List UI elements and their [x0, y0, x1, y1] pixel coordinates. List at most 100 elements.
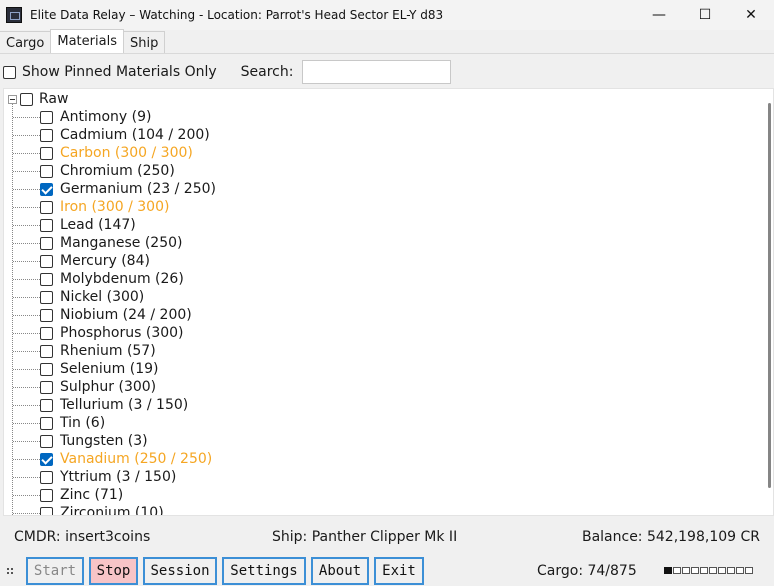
tree-items: Antimony (9) Cadmium (104 / 200) Carbon (3… [4, 108, 764, 515]
status-bar: CMDR: insert3coins Ship: Panther Clipper… [0, 518, 774, 556]
material-checkbox[interactable] [40, 308, 53, 322]
material-item[interactable]: Manganese (250) [4, 234, 764, 252]
material-label: Niobium (24 / 200) [60, 307, 192, 323]
material-checkbox[interactable] [40, 452, 53, 466]
raw-checkbox[interactable] [20, 92, 33, 106]
material-checkbox[interactable] [40, 128, 53, 142]
tree-root-raw[interactable]: Raw [8, 90, 68, 108]
filter-row: Show Pinned Materials Only Search: [0, 57, 774, 87]
material-checkbox[interactable] [40, 398, 53, 412]
material-item[interactable]: Vanadium (250 / 250) [4, 450, 764, 468]
material-checkbox[interactable] [40, 506, 53, 515]
material-item[interactable]: Molybdenum (26) [4, 270, 764, 288]
tab-ship[interactable]: Ship [122, 31, 166, 53]
progress-segment [664, 567, 672, 574]
tab-materials[interactable]: Materials [50, 29, 124, 53]
title-bar: Elite Data Relay – Watching - Location: … [0, 0, 774, 30]
material-checkbox[interactable] [40, 110, 53, 124]
tree-branch-line [13, 171, 40, 172]
exit-button[interactable]: Exit [374, 557, 424, 585]
material-item[interactable]: Tin (6) [4, 414, 764, 432]
search-input[interactable] [302, 60, 452, 84]
material-checkbox[interactable] [40, 362, 53, 376]
material-label: Carbon (300 / 300) [60, 145, 193, 161]
material-item[interactable]: Antimony (9) [4, 108, 764, 126]
material-item[interactable]: Sulphur (300) [4, 378, 764, 396]
tree-branch-line [13, 459, 40, 460]
material-item[interactable]: Carbon (300 / 300) [4, 144, 764, 162]
material-label: Yttrium (3 / 150) [60, 469, 177, 485]
session-button[interactable]: Session [143, 557, 217, 585]
material-item[interactable]: Zirconium (10) [4, 504, 764, 515]
material-checkbox[interactable] [40, 254, 53, 268]
material-checkbox[interactable] [40, 164, 53, 178]
tab-cargo[interactable]: Cargo [0, 31, 52, 53]
material-checkbox[interactable] [40, 344, 53, 358]
start-button[interactable]: Start [26, 557, 84, 585]
material-label: Manganese (250) [60, 235, 183, 251]
material-label: Cadmium (104 / 200) [60, 127, 210, 143]
material-item[interactable]: Zinc (71) [4, 486, 764, 504]
ship-name: Ship: Panther Clipper Mk II [272, 529, 458, 545]
material-checkbox[interactable] [40, 236, 53, 250]
pinned-only-checkbox[interactable] [3, 65, 16, 79]
material-item[interactable]: Chromium (250) [4, 162, 764, 180]
maximize-button[interactable]: ☐ [682, 0, 728, 30]
material-item[interactable]: Iron (300 / 300) [4, 198, 764, 216]
material-item[interactable]: Germanium (23 / 250) [4, 180, 764, 198]
material-label: Mercury (84) [60, 253, 150, 269]
tree-root-label: Raw [39, 91, 69, 107]
material-label: Phosphorus (300) [60, 325, 184, 341]
cargo-progress-bar [664, 567, 753, 574]
material-item[interactable]: Nickel (300) [4, 288, 764, 306]
tree-branch-line [13, 513, 40, 514]
tree-branch-line [13, 477, 40, 478]
material-checkbox[interactable] [40, 416, 53, 430]
material-checkbox[interactable] [40, 488, 53, 502]
material-checkbox[interactable] [40, 182, 53, 196]
settings-button[interactable]: Settings [222, 557, 306, 585]
stop-button[interactable]: Stop [89, 557, 138, 585]
materials-tree: Raw Antimony (9) Cadmium (104 / 200) Carbo… [3, 88, 774, 516]
material-label: Germanium (23 / 250) [60, 181, 216, 197]
material-checkbox[interactable] [40, 380, 53, 394]
material-label: Nickel (300) [60, 289, 145, 305]
progress-segment [691, 567, 699, 574]
material-item[interactable]: Rhenium (57) [4, 342, 764, 360]
material-item[interactable]: Tungsten (3) [4, 432, 764, 450]
close-button[interactable]: ✕ [728, 0, 774, 30]
material-checkbox[interactable] [40, 326, 53, 340]
minimize-button[interactable]: — [636, 0, 682, 30]
material-checkbox[interactable] [40, 146, 53, 160]
material-item[interactable]: Selenium (19) [4, 360, 764, 378]
tree-branch-line [13, 135, 40, 136]
tree-branch-line [13, 189, 40, 190]
tree-branch-line [13, 369, 40, 370]
material-checkbox[interactable] [40, 200, 53, 214]
grip-icon[interactable] [7, 566, 13, 576]
material-item[interactable]: Mercury (84) [4, 252, 764, 270]
tree-scrollbar[interactable] [765, 89, 773, 515]
material-item[interactable]: Phosphorus (300) [4, 324, 764, 342]
progress-segment [718, 567, 726, 574]
about-button[interactable]: About [311, 557, 369, 585]
cargo-count: Cargo: 74/875 [537, 563, 637, 579]
material-checkbox[interactable] [40, 272, 53, 286]
material-item[interactable]: Cadmium (104 / 200) [4, 126, 764, 144]
material-item[interactable]: Tellurium (3 / 150) [4, 396, 764, 414]
material-item[interactable]: Lead (147) [4, 216, 764, 234]
material-checkbox[interactable] [40, 218, 53, 232]
tree-branch-line [13, 351, 40, 352]
tree-branch-line [13, 495, 40, 496]
material-item[interactable]: Niobium (24 / 200) [4, 306, 764, 324]
tree-branch-line [13, 153, 40, 154]
material-checkbox[interactable] [40, 290, 53, 304]
material-item[interactable]: Yttrium (3 / 150) [4, 468, 764, 486]
material-checkbox[interactable] [40, 434, 53, 448]
scrollbar-thumb[interactable] [768, 103, 771, 488]
pinned-only-label[interactable]: Show Pinned Materials Only [22, 64, 217, 80]
material-checkbox[interactable] [40, 470, 53, 484]
collapse-icon[interactable] [8, 94, 17, 104]
material-label: Zinc (71) [60, 487, 124, 503]
tree-branch-line [13, 387, 40, 388]
